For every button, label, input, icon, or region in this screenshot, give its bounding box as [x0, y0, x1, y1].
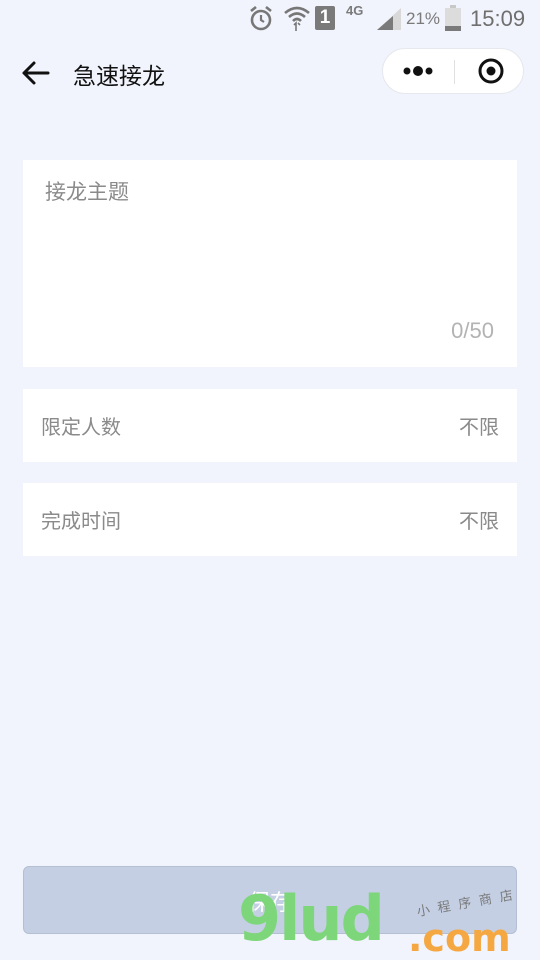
save-button-label: 保存: [247, 891, 292, 916]
limit-count-row[interactable]: 限定人数 不限: [23, 389, 517, 462]
back-arrow-icon: [22, 61, 50, 85]
mini-program-capsule: [382, 48, 524, 94]
sim-icon: 1: [315, 6, 335, 30]
network-type: 4G: [346, 3, 364, 18]
status-bar: 1 4G 21% 15:09: [0, 0, 540, 38]
page-title: 急速接龙: [73, 64, 165, 90]
battery-icon: [445, 5, 461, 31]
sim-number: 1: [319, 7, 331, 28]
alarm-icon: [250, 5, 272, 31]
topic-card: 0/50: [23, 160, 517, 367]
deadline-value: 不限: [459, 509, 499, 533]
battery-percent: 21%: [406, 9, 441, 28]
limit-count-value: 不限: [459, 415, 499, 439]
clock: 15:09: [470, 6, 526, 31]
more-button[interactable]: [383, 49, 453, 93]
save-button[interactable]: 保存: [23, 866, 517, 934]
signal-icon: [377, 8, 401, 30]
topic-input[interactable]: [45, 176, 495, 296]
deadline-row[interactable]: 完成时间 不限: [23, 483, 517, 556]
back-button[interactable]: [20, 58, 54, 88]
record-circle-icon: [478, 58, 504, 84]
character-counter: 0/50: [451, 318, 494, 343]
close-button[interactable]: [455, 49, 523, 93]
wifi-icon: [284, 6, 310, 31]
navigation-bar: 急速接龙: [0, 38, 540, 108]
more-dots-icon: [403, 66, 433, 76]
limit-count-label: 限定人数: [41, 415, 121, 439]
deadline-label: 完成时间: [41, 509, 121, 533]
